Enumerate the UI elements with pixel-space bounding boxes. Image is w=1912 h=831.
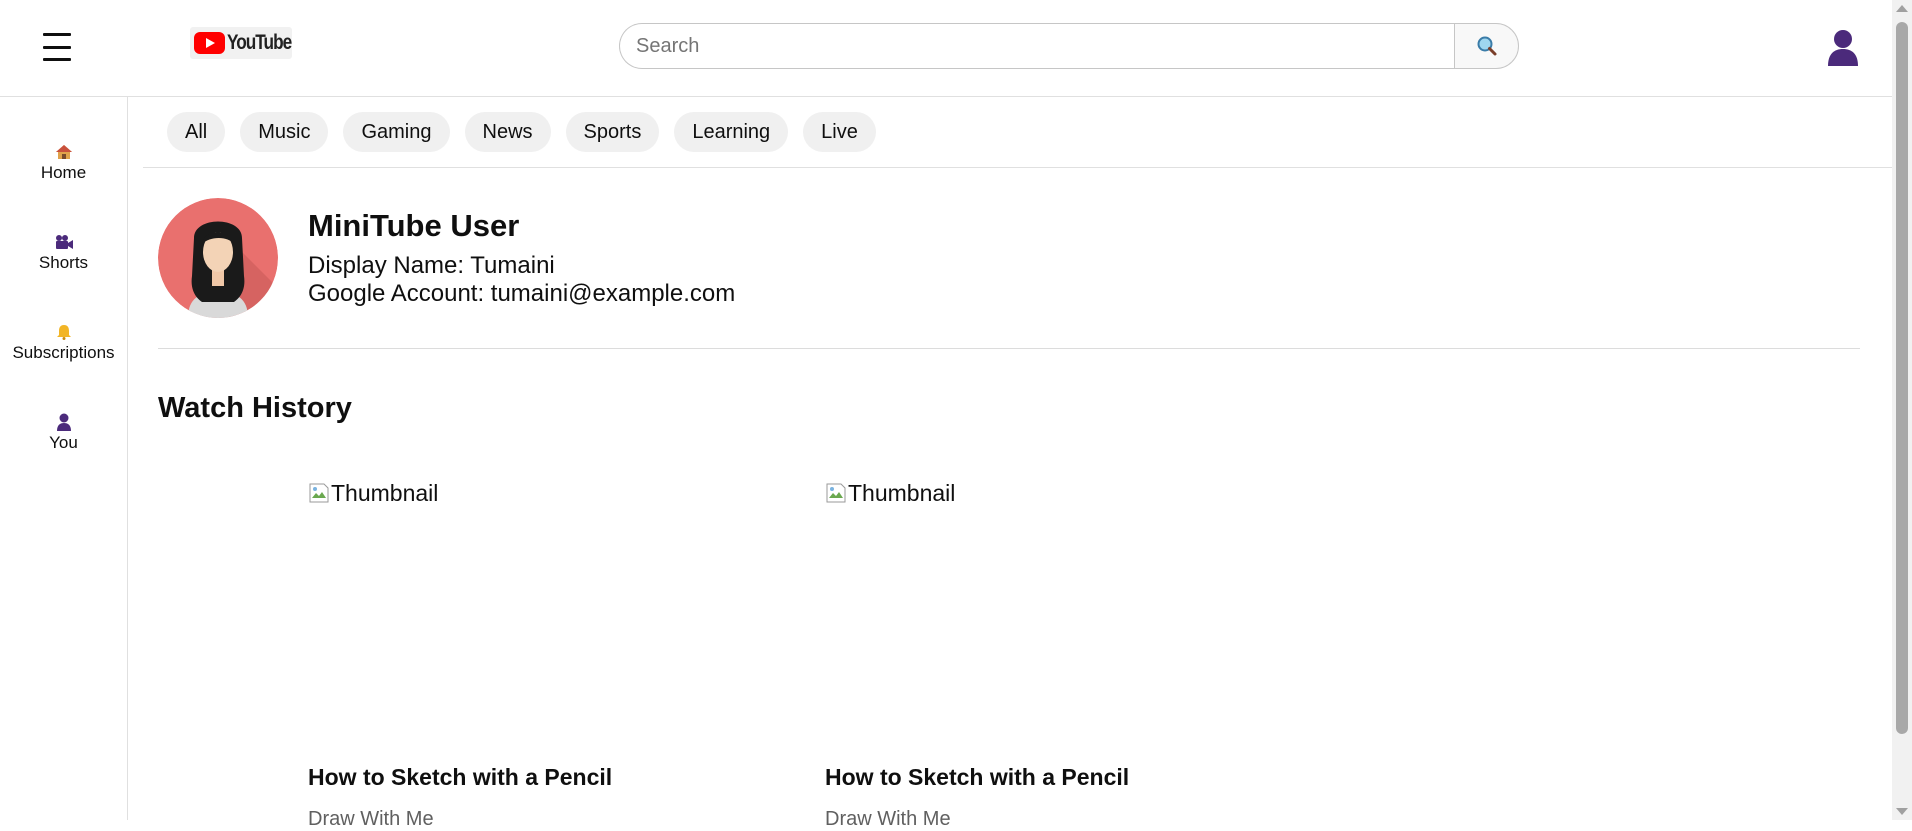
- chip-all[interactable]: All: [167, 112, 226, 152]
- video-card[interactable]: Thumbnail How to Sketch with a Pencil Dr…: [825, 478, 1305, 831]
- video-thumbnail[interactable]: Thumbnail: [825, 478, 1305, 508]
- top-bar: YouTube: [0, 0, 1892, 97]
- youtube-logo[interactable]: YouTube: [190, 27, 292, 59]
- chip-news[interactable]: News: [464, 112, 551, 152]
- shorts-icon: [55, 235, 73, 249]
- chip-live[interactable]: Live: [803, 112, 876, 152]
- watch-history-title: Watch History: [158, 392, 352, 424]
- broken-image-icon: [309, 483, 329, 503]
- chip-sports[interactable]: Sports: [565, 112, 660, 152]
- sidebar-item-home[interactable]: Home: [0, 143, 127, 183]
- thumbnail-alt-text: Thumbnail: [331, 479, 439, 506]
- broken-image-icon: [826, 483, 846, 503]
- video-title[interactable]: How to Sketch with a Pencil: [308, 764, 612, 791]
- sidebar-item-label: Subscriptions: [12, 343, 115, 362]
- chip-gaming[interactable]: Gaming: [343, 112, 450, 152]
- sidebar-item-label: Home: [40, 163, 87, 182]
- profile-avatar: [158, 198, 278, 318]
- profile-divider: [158, 348, 1860, 349]
- search-button[interactable]: [1454, 23, 1519, 69]
- sidebar-item-subscriptions[interactable]: Subscriptions: [0, 323, 127, 363]
- search-bar: [619, 23, 1519, 69]
- thumbnail-alt-text: Thumbnail: [848, 479, 956, 506]
- chips-divider: [143, 167, 1892, 168]
- chip-learning[interactable]: Learning: [674, 112, 789, 152]
- scrollbar-thumb[interactable]: [1896, 22, 1908, 734]
- sidebar-item-label: Shorts: [38, 253, 89, 272]
- sidebar: Home Shorts Subscriptions You: [0, 97, 128, 820]
- profile-google-account: Google Account: tumaini@example.com: [308, 280, 736, 307]
- profile-name: MiniTube User: [308, 208, 520, 243]
- search-input[interactable]: [619, 23, 1454, 69]
- play-logo-icon: [194, 32, 225, 54]
- category-chips: All Music Gaming News Sports Learning Li…: [167, 112, 891, 152]
- account-user-icon[interactable]: [1826, 28, 1860, 66]
- video-title[interactable]: How to Sketch with a Pencil: [825, 764, 1129, 791]
- page-scrollbar[interactable]: [1892, 0, 1912, 820]
- video-thumbnail[interactable]: Thumbnail: [308, 478, 788, 508]
- video-card[interactable]: Thumbnail How to Sketch with a Pencil Dr…: [308, 478, 788, 831]
- home-icon: [55, 145, 72, 159]
- menu-icon[interactable]: [40, 30, 74, 64]
- sidebar-item-you[interactable]: You: [0, 413, 127, 453]
- chip-music[interactable]: Music: [240, 112, 329, 152]
- bell-icon: [56, 325, 71, 340]
- profile-display-name: Display Name: Tumaini: [308, 252, 555, 279]
- scroll-up-icon[interactable]: [1896, 5, 1908, 12]
- user-icon: [56, 413, 71, 431]
- scroll-down-icon[interactable]: [1896, 808, 1908, 815]
- search-icon: [1477, 36, 1496, 56]
- sidebar-item-label: You: [49, 433, 78, 452]
- logo-text: YouTube: [227, 31, 292, 54]
- sidebar-item-shorts[interactable]: Shorts: [0, 233, 127, 273]
